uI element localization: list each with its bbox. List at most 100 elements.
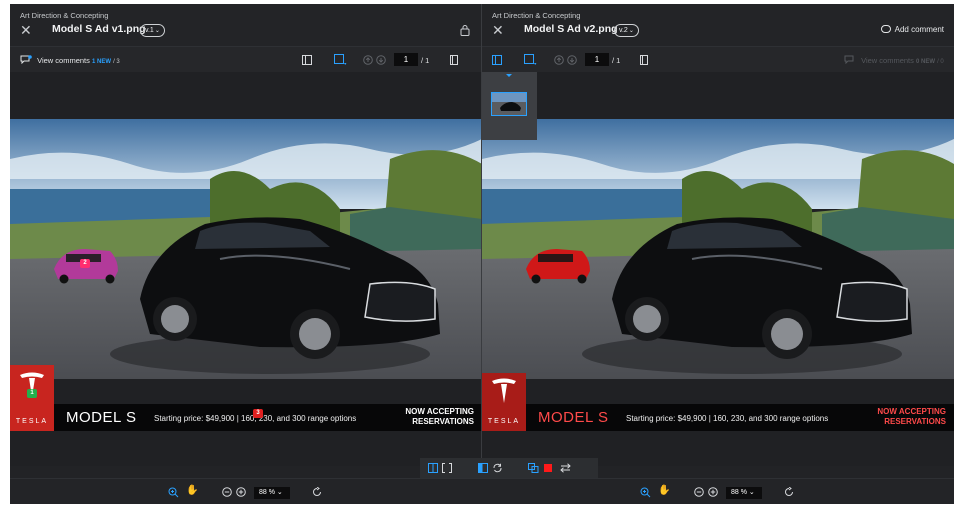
add-comment-button[interactable]: Add comment bbox=[880, 25, 944, 34]
version-selector[interactable]: v.1⌄ bbox=[140, 24, 165, 37]
chevron-down-icon: ⌄ bbox=[154, 28, 160, 34]
tesla-logo-tile: TESLA bbox=[482, 373, 526, 431]
sidebar-toggle-icon[interactable] bbox=[302, 55, 312, 65]
left-toolbar: View comments 1 NEW / 3 1 / 1 bbox=[10, 46, 482, 72]
sidebar-toggle-icon[interactable] bbox=[492, 55, 502, 65]
annotation-tool-icon[interactable] bbox=[524, 54, 537, 66]
thumbnail-image bbox=[492, 93, 526, 115]
zoom-level-select[interactable]: 88 % ⌄ bbox=[254, 487, 290, 499]
zoom-value: 88 % bbox=[259, 489, 275, 496]
hand-pan-icon[interactable]: ✋ bbox=[186, 485, 198, 496]
single-page-icon[interactable] bbox=[450, 55, 458, 65]
page-number-input[interactable]: 1 bbox=[585, 53, 609, 66]
rotate-icon[interactable] bbox=[312, 487, 322, 497]
version-label: v.2 bbox=[619, 27, 628, 34]
price-line: Starting price: $49,900 | 160, 230, and … bbox=[626, 414, 829, 423]
ad-image-v1[interactable]: TESLA MODEL S Starting price: $49,900 | … bbox=[10, 119, 482, 431]
tesla-logo-tile: TESLA bbox=[10, 365, 54, 431]
tesla-logo-icon bbox=[20, 372, 44, 397]
swap-icon[interactable] bbox=[560, 463, 571, 473]
cta-text: NOW ACCEPTING RESERVATIONS bbox=[877, 407, 946, 427]
bottom-zoom-bar: ✋ 88 % ⌄ ✋ 88 % ⌄ bbox=[10, 478, 954, 504]
prev-page-icon[interactable] bbox=[554, 55, 564, 65]
new-comment-count: 1 NEW bbox=[91, 59, 111, 65]
next-page-icon[interactable] bbox=[376, 55, 386, 65]
new-comment-count: 0 NEW bbox=[915, 59, 935, 65]
left-header: Art Direction & Concepting ✕ Model S Ad … bbox=[10, 4, 482, 46]
model-headline: MODEL S bbox=[538, 409, 609, 426]
tesla-wordmark: TESLA bbox=[15, 418, 49, 425]
comment-bubble-icon bbox=[880, 25, 891, 33]
chevron-down-icon: ⌄ bbox=[276, 489, 283, 496]
pane-divider[interactable] bbox=[481, 4, 482, 466]
tesla-wordmark: TESLA bbox=[487, 418, 521, 425]
version-thumbnail-panel bbox=[482, 72, 537, 140]
difference-color-swatch[interactable] bbox=[544, 464, 552, 472]
side-by-side-icon[interactable] bbox=[428, 463, 438, 473]
next-page-icon[interactable] bbox=[567, 55, 577, 65]
tesla-logo-icon bbox=[492, 378, 516, 403]
ad-image-v2[interactable]: TESLA MODEL S Starting price: $49,900 | … bbox=[482, 119, 954, 431]
overlay-icon[interactable] bbox=[478, 463, 488, 473]
annotation-tool-icon[interactable] bbox=[334, 54, 347, 66]
right-stage: TESLA MODEL S Starting price: $49,900 | … bbox=[482, 72, 954, 466]
split-view-icon[interactable] bbox=[442, 463, 452, 473]
model-headline: MODEL S bbox=[66, 409, 137, 426]
zoom-level-select[interactable]: 88 % ⌄ bbox=[726, 487, 762, 499]
version-label: v.1 bbox=[145, 27, 154, 34]
lock-icon[interactable] bbox=[460, 24, 470, 36]
page-thumbnail[interactable] bbox=[491, 92, 527, 116]
chevron-down-icon: ⌄ bbox=[628, 28, 634, 34]
cta-line-2: RESERVATIONS bbox=[412, 417, 474, 426]
close-icon[interactable]: ✕ bbox=[492, 23, 504, 37]
sync-icon[interactable] bbox=[492, 463, 503, 473]
zoom-out-icon[interactable] bbox=[694, 487, 704, 497]
cta-line-1: NOW ACCEPTING bbox=[877, 407, 946, 416]
breadcrumb[interactable]: Art Direction & Concepting bbox=[492, 11, 580, 20]
compare-viewer: Art Direction & Concepting ✕ Model S Ad … bbox=[10, 4, 954, 504]
page-number-input[interactable]: 1 bbox=[394, 53, 418, 66]
right-header: Art Direction & Concepting ✕ Model S Ad … bbox=[482, 4, 954, 46]
caret-icon[interactable] bbox=[506, 74, 512, 77]
comment-pin[interactable]: 3 bbox=[253, 409, 263, 418]
page-total: / 1 bbox=[612, 56, 621, 65]
zoom-in-icon[interactable] bbox=[168, 487, 179, 498]
hand-pan-icon[interactable]: ✋ bbox=[658, 485, 670, 496]
view-comments-label: View comments bbox=[37, 56, 90, 65]
zoom-in-circle-icon[interactable] bbox=[708, 487, 718, 497]
zoom-out-icon[interactable] bbox=[222, 487, 232, 497]
diff-icon[interactable] bbox=[528, 463, 539, 473]
prev-page-icon[interactable] bbox=[363, 55, 373, 65]
right-pane: Art Direction & Concepting ✕ Model S Ad … bbox=[482, 4, 954, 504]
single-page-icon[interactable] bbox=[640, 55, 648, 65]
zoom-in-icon[interactable] bbox=[640, 487, 651, 498]
rotate-icon[interactable] bbox=[784, 487, 794, 497]
left-pane: Art Direction & Concepting ✕ Model S Ad … bbox=[10, 4, 482, 504]
comment-pin[interactable]: 2 bbox=[80, 259, 90, 268]
view-comments-button[interactable]: View comments 1 NEW / 3 bbox=[20, 55, 120, 65]
zoom-in-circle-icon[interactable] bbox=[236, 487, 246, 497]
total-comment-count: / 3 bbox=[113, 59, 120, 65]
comment-bubble-icon bbox=[844, 55, 854, 65]
left-stage: TESLA MODEL S Starting price: $49,900 | … bbox=[10, 72, 482, 466]
breadcrumb[interactable]: Art Direction & Concepting bbox=[20, 11, 108, 20]
zoom-value: 88 % bbox=[731, 489, 747, 496]
view-comments-button[interactable]: View comments 0 NEW / 0 bbox=[844, 55, 944, 65]
compare-mode-bar bbox=[420, 458, 598, 478]
ad-photo bbox=[10, 119, 482, 431]
file-title: Model S Ad v2.png bbox=[524, 23, 618, 35]
cta-line-1: NOW ACCEPTING bbox=[405, 407, 474, 416]
total-comment-count: / 0 bbox=[937, 59, 944, 65]
right-toolbar: 1 / 1 View comments 0 NEW / 0 bbox=[482, 46, 954, 72]
comment-pin[interactable]: 1 bbox=[27, 389, 37, 398]
add-comment-label: Add comment bbox=[894, 25, 944, 34]
comment-bubble-icon bbox=[20, 55, 32, 65]
cta-line-2: RESERVATIONS bbox=[884, 417, 946, 426]
page-total: / 1 bbox=[421, 56, 430, 65]
cta-text: NOW ACCEPTING RESERVATIONS bbox=[405, 407, 474, 427]
close-icon[interactable]: ✕ bbox=[20, 23, 32, 37]
file-title: Model S Ad v1.png bbox=[52, 23, 146, 35]
ad-photo bbox=[482, 119, 954, 431]
version-selector[interactable]: v.2⌄ bbox=[614, 24, 639, 37]
view-comments-label: View comments bbox=[861, 56, 914, 65]
